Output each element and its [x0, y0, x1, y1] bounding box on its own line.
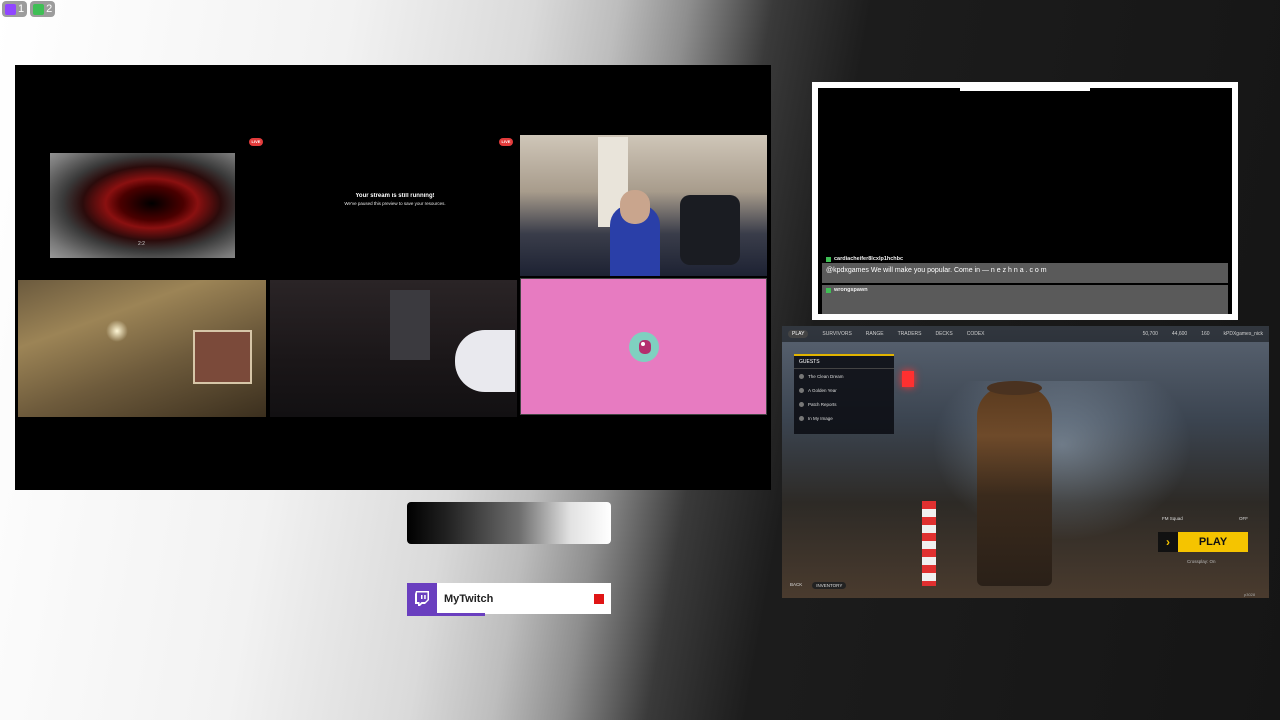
paused-title: Your stream is still running!: [355, 193, 435, 199]
chat-area: cardiacheifer8lcxlp1hchbc @kpdxgames We …: [818, 88, 1232, 314]
game-nav-item[interactable]: TRADERS: [898, 331, 922, 337]
video-grid-panel: 2:2 LIVE Your stream is still running! W…: [15, 65, 771, 490]
chair-shape: [390, 290, 430, 360]
currency-3: 160: [1201, 331, 1210, 337]
wall-picture: [193, 330, 252, 384]
live-badge: LIVE: [249, 138, 263, 146]
live-badge: LIVE: [499, 138, 513, 146]
game-nav-play[interactable]: PLAY: [788, 330, 809, 338]
game-capture[interactable]: PLAY SURVIVORS RANGE TRADERS DECKS CODEX…: [782, 326, 1269, 598]
twitch-icon: [407, 583, 437, 614]
gradient-bar: [407, 502, 611, 544]
chat-message-text: @kpdxgames We will make you popular. Com…: [822, 263, 1228, 283]
menu-heading: GUESTS: [794, 356, 894, 369]
character-figure: [977, 386, 1052, 586]
paused-preview-tile: Your stream is still running! We've paus…: [275, 193, 515, 223]
game-nav-item[interactable]: CODEX: [967, 331, 985, 337]
menu-item[interactable]: The Clean Dream: [794, 369, 894, 383]
chat-top-line: [960, 88, 1090, 91]
back-tab[interactable]: BACK: [790, 582, 802, 589]
video-tile-room[interactable]: [18, 280, 266, 417]
chat-username: wrongspawn: [826, 287, 1224, 293]
game-top-bar: PLAY SURVIVORS RANGE TRADERS DECKS CODEX…: [782, 326, 1269, 342]
game-nav-item[interactable]: DECKS: [935, 331, 952, 337]
tile-counter: 2:2: [138, 241, 145, 247]
menu-item[interactable]: A Golden Year: [794, 383, 894, 397]
avatar-icon: [629, 332, 659, 362]
counter-value: 2: [46, 3, 53, 15]
face-shape: [620, 190, 650, 224]
paused-subtitle: We've paused this preview to save your r…: [344, 201, 446, 206]
video-tile-webcam[interactable]: [520, 135, 767, 276]
squad-toggle[interactable]: FM Squad OFF: [1162, 516, 1248, 526]
chat-overlay: cardiacheifer8lcxlp1hchbc @kpdxgames We …: [812, 82, 1238, 320]
chair-shape: [680, 195, 740, 265]
menu-item[interactable]: Patch Reports: [794, 397, 894, 411]
crossplay-label: Crossplay: On: [1187, 559, 1216, 564]
white-object: [455, 330, 515, 392]
twitch-progress-underline: [407, 613, 485, 616]
counter-value: 1: [18, 3, 25, 15]
barrier-pole: [922, 501, 936, 586]
chevron-right-icon: ›: [1158, 532, 1178, 552]
twitch-channel-name: MyTwitch: [444, 592, 494, 605]
twitch-icon: [5, 3, 16, 15]
video-tile-avatar[interactable]: [520, 278, 767, 415]
counter-twitch: 1: [2, 1, 28, 17]
player-tag: kPDXgames_nick: [1223, 331, 1263, 337]
chat-message-2: wrongspawn: [822, 285, 1228, 314]
video-tile-1[interactable]: 2:2: [50, 153, 235, 258]
game-guests-menu: GUESTS The Clean Dream A Golden Year Pat…: [794, 354, 894, 434]
version-label: p3028: [1244, 592, 1256, 597]
currency-1: 50,700: [1142, 331, 1158, 337]
chat-username: cardiacheifer8lcxlp1hchbc: [826, 256, 1224, 262]
user-badge-icon: [826, 256, 831, 262]
record-icon: [594, 593, 604, 604]
red-light: [902, 371, 914, 387]
game-nav-item[interactable]: SURVIVORS: [822, 331, 851, 337]
play-button[interactable]: › PLAY: [1158, 532, 1248, 552]
game-bottom-tabs: BACK INVENTORY: [790, 582, 847, 589]
user-badge-icon: [826, 287, 831, 293]
inventory-tab[interactable]: INVENTORY: [812, 582, 847, 589]
light-glow: [932, 381, 1192, 541]
top-counters: 1 2: [2, 1, 56, 17]
green-status-icon: [33, 3, 45, 15]
currency-2: 44,600: [1171, 331, 1188, 337]
lamp-glow: [106, 320, 128, 342]
menu-item[interactable]: In My Image: [794, 411, 894, 425]
game-nav-item[interactable]: RANGE: [866, 331, 884, 337]
character-hat: [987, 381, 1042, 395]
video-tile-dark[interactable]: [270, 280, 517, 417]
twitch-card[interactable]: MyTwitch: [407, 583, 611, 614]
counter-green: 2: [30, 1, 56, 17]
